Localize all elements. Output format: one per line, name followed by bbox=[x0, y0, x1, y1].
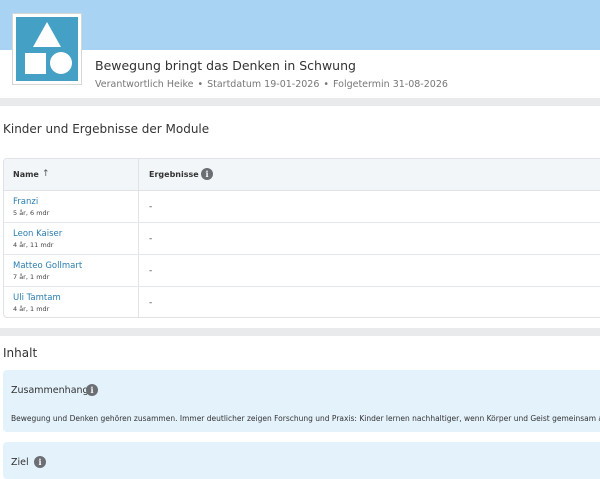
page-title: Bewegung bringt das Denken in Schwung bbox=[95, 58, 356, 73]
results-table: Name ↑ Ergebnisse i Franzi 5 år, 6 mdr -… bbox=[3, 158, 600, 318]
separator-dot: • bbox=[197, 79, 204, 90]
arrow-up-icon[interactable]: ↑ bbox=[42, 169, 50, 179]
child-result: - bbox=[149, 298, 153, 308]
project-meta: Verantwortlich Heike • Startdatum 19-01-20… bbox=[95, 79, 448, 90]
child-age: 7 år, 1 mdr bbox=[13, 273, 50, 281]
child-result: - bbox=[149, 266, 153, 276]
child-result: - bbox=[149, 234, 153, 244]
separator-dot: • bbox=[323, 79, 329, 90]
info-icon[interactable]: i bbox=[86, 384, 98, 396]
hero-banner bbox=[0, 0, 600, 50]
table-row: Uli Tamtam 4 år, 1 mdr - bbox=[4, 287, 600, 317]
shapes-logo-icon bbox=[13, 14, 81, 84]
results-section-title: Kinder und Ergebnisse der Module bbox=[3, 122, 210, 136]
table-row: Matteo Gollmart 7 år, 1 mdr - bbox=[4, 255, 600, 287]
responsible-label: Verantwortlich Heike bbox=[95, 79, 194, 90]
goal-card: Ziel i bbox=[3, 442, 600, 479]
table-row: Franzi 5 år, 6 mdr - bbox=[4, 191, 600, 223]
table-header: Name ↑ Ergebnisse i bbox=[4, 159, 600, 191]
child-age: 4 år, 1 mdr bbox=[13, 305, 50, 313]
card-text: Bewegung und Denken gehören zusammen. Im… bbox=[11, 414, 600, 423]
child-name-link[interactable]: Uli Tamtam bbox=[13, 293, 61, 303]
card-title: Ziel bbox=[11, 457, 29, 468]
child-result: - bbox=[149, 202, 153, 212]
followup-date-label: Folgetermin 31-08-2026 bbox=[333, 79, 448, 90]
table-row: Leon Kaiser 4 år, 11 mdr - bbox=[4, 223, 600, 255]
card-title: Zusammenhang bbox=[11, 385, 89, 396]
child-age: 5 år, 6 mdr bbox=[13, 209, 50, 217]
name-column-header[interactable]: Name bbox=[13, 170, 39, 179]
content-section-title: Inhalt bbox=[3, 346, 38, 360]
child-name-link[interactable]: Matteo Gollmart bbox=[13, 261, 82, 271]
info-icon[interactable]: i bbox=[34, 456, 46, 468]
child-name-link[interactable]: Franzi bbox=[13, 197, 38, 207]
child-age: 4 år, 11 mdr bbox=[13, 241, 54, 249]
info-icon[interactable]: i bbox=[201, 168, 213, 180]
start-date-label: Startdatum 19-01-2026 bbox=[207, 79, 320, 90]
context-card: Zusammenhang i Bewegung und Denken gehör… bbox=[3, 370, 600, 432]
results-column-header: Ergebnisse bbox=[149, 170, 199, 179]
child-name-link[interactable]: Leon Kaiser bbox=[13, 229, 62, 239]
